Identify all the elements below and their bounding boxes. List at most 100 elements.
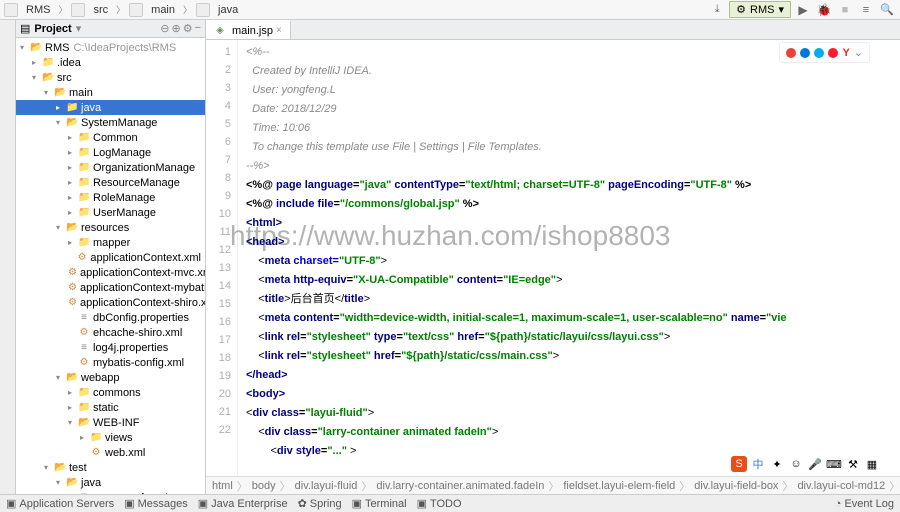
chevron-down-icon[interactable]: ▾ [76, 22, 82, 35]
crumb[interactable]: html [212, 480, 233, 492]
tree-item-java[interactable]: ▾java [16, 475, 205, 490]
project-tool-window: ▤ Project ▾ ⊖ ⊕ ⚙ − ▾RMSC:\IdeaProjects\… [16, 20, 206, 494]
more-icon[interactable]: ⌄ [854, 46, 863, 59]
hide-icon[interactable]: − [195, 22, 201, 35]
tree-item-organizationmanage[interactable]: ▸OrganizationManage [16, 160, 205, 175]
opera-icon[interactable] [828, 48, 838, 58]
chrome-icon[interactable] [786, 48, 796, 58]
editor-tabs: main.jsp × [206, 20, 900, 40]
tree-item-webapp[interactable]: ▾webapp [16, 370, 205, 385]
jsp-icon [214, 25, 226, 37]
chevron-right-icon: 〉 [116, 3, 125, 16]
tree-item-dbconfig-properties[interactable]: dbConfig.properties [16, 310, 205, 325]
breadcrumb-item[interactable]: java [214, 4, 242, 16]
tree-item-mybatis-config-xml[interactable]: mybatis-config.xml [16, 355, 205, 370]
tree-item-src[interactable]: ▾src [16, 70, 205, 85]
tree-item-rms[interactable]: ▾RMSC:\IdeaProjects\RMS [16, 40, 205, 55]
ime-emoji-icon[interactable]: ☺ [788, 456, 804, 472]
build-icon[interactable]: ⤓ [708, 1, 726, 19]
event-log-button[interactable]: ◔ Event Log [835, 498, 894, 510]
project-header: ▤ Project ▾ ⊖ ⊕ ⚙ − [16, 20, 205, 38]
tree-item-logmanage[interactable]: ▸LogManage [16, 145, 205, 160]
editor: main.jsp × 12345678910111213141516171819… [206, 20, 900, 494]
project-icon[interactable] [4, 3, 18, 17]
navigation-bar: RMS 〉 src 〉 main 〉 java ⤓ ⚙RMS▾ ▶ 🐞 ■ ≡ … [0, 0, 900, 20]
safari-icon[interactable] [814, 48, 824, 58]
line-number-gutter[interactable]: 12345678910111213141516171819202122 [206, 40, 238, 476]
chevron-right-icon: 〉 [58, 3, 67, 16]
terminal-button[interactable]: ▣ Terminal [352, 497, 407, 510]
profiler-button[interactable]: ≡ [857, 1, 875, 19]
ime-punct-icon[interactable]: ✦ [769, 456, 785, 472]
app-servers-button[interactable]: ▣ Application Servers [6, 497, 114, 510]
tree-item-resources[interactable]: ▾resources [16, 220, 205, 235]
ime-voice-icon[interactable]: 🎤 [807, 456, 823, 472]
browser-icons-overlay: Y ⌄ [779, 42, 870, 63]
tree-item--idea[interactable]: ▸.idea [16, 55, 205, 70]
ime-toolbar: S 中 ✦ ☺ 🎤 ⌨ ⚒ ▦ [731, 456, 880, 472]
structure-breadcrumbs[interactable]: html〉body〉div.layui-fluid〉div.larry-cont… [206, 476, 900, 494]
crumb[interactable]: fieldset.layui-elem-field [563, 480, 675, 492]
crumb[interactable]: body [252, 480, 276, 492]
tree-item-web-xml[interactable]: web.xml [16, 445, 205, 460]
left-tool-stripe[interactable] [0, 20, 16, 494]
chevron-down-icon: ▾ [778, 3, 784, 16]
todo-button[interactable]: ▣ TODO [417, 497, 462, 510]
breadcrumb-item[interactable]: src [89, 4, 112, 16]
tree-item-views[interactable]: ▸views [16, 430, 205, 445]
tree-item-resourcemanage[interactable]: ▸ResourceManage [16, 175, 205, 190]
yandex-icon[interactable]: Y [842, 47, 849, 59]
crumb[interactable]: div.layui-col-md12 [797, 480, 885, 492]
tree-item-applicationcontext-mybatis-xml[interactable]: applicationContext-mybatis.xml [16, 280, 205, 295]
ime-cn-icon[interactable]: 中 [750, 456, 766, 472]
ime-settings-icon[interactable]: ▦ [864, 456, 880, 472]
stop-button[interactable]: ■ [836, 1, 854, 19]
crumb[interactable]: div.layui-fluid [295, 480, 358, 492]
find-button[interactable]: 🔍 [878, 1, 896, 19]
folder-icon [196, 3, 210, 17]
breadcrumb-root[interactable]: RMS [22, 4, 54, 16]
tree-item-ehcache-shiro-xml[interactable]: ehcache-shiro.xml [16, 325, 205, 340]
project-tree[interactable]: ▾RMSC:\IdeaProjects\RMS▸.idea▾src▾main▸j… [16, 38, 205, 494]
locate-icon[interactable]: ⊕ [171, 22, 180, 35]
tree-item-mapper[interactable]: ▸mapper [16, 235, 205, 250]
tree-item-usermanage[interactable]: ▸UserManage [16, 205, 205, 220]
tree-item-applicationcontext-mvc-xml[interactable]: applicationContext-mvc.xml [16, 265, 205, 280]
run-configuration-selector[interactable]: ⚙RMS▾ [729, 1, 791, 18]
collapse-icon[interactable]: ⊖ [160, 22, 169, 35]
tree-item-commons[interactable]: ▸commons [16, 385, 205, 400]
tree-item-systemmanage[interactable]: ▾SystemManage [16, 115, 205, 130]
folder-icon [129, 3, 143, 17]
debug-button[interactable]: 🐞 [815, 1, 833, 19]
project-icon: ▤ [20, 22, 30, 35]
tree-item-rolemanage[interactable]: ▸RoleManage [16, 190, 205, 205]
close-icon[interactable]: × [276, 25, 282, 36]
tree-item-static[interactable]: ▸static [16, 400, 205, 415]
folder-icon [71, 3, 85, 17]
edge-icon[interactable] [800, 48, 810, 58]
tomcat-icon: ⚙ [736, 3, 746, 16]
tab-main-jsp[interactable]: main.jsp × [206, 20, 291, 39]
sogou-icon[interactable]: S [731, 456, 747, 472]
tree-item-log4j-properties[interactable]: log4j.properties [16, 340, 205, 355]
chevron-right-icon: 〉 [183, 3, 192, 16]
ime-skin-icon[interactable]: ⌨ [826, 456, 842, 472]
code-area[interactable]: <%-- Created by IntelliJ IDEA. User: yon… [238, 40, 900, 476]
tree-item-applicationcontext-xml[interactable]: applicationContext.xml [16, 250, 205, 265]
tree-item-main[interactable]: ▾main [16, 85, 205, 100]
java-ee-button[interactable]: ▣ Java Enterprise [198, 497, 288, 510]
gear-icon[interactable]: ⚙ [183, 22, 193, 35]
ime-tool-icon[interactable]: ⚒ [845, 456, 861, 472]
status-bar: ▣ Application Servers ▣ Messages ▣ Java … [0, 494, 900, 512]
spring-button[interactable]: ✿ Spring [298, 497, 342, 510]
run-button[interactable]: ▶ [794, 1, 812, 19]
tree-item-java[interactable]: ▸java [16, 100, 205, 115]
tree-item-web-inf[interactable]: ▾WEB-INF [16, 415, 205, 430]
tree-item-applicationcontext-shiro-xml[interactable]: applicationContext-shiro.xml [16, 295, 205, 310]
breadcrumb-item[interactable]: main [147, 4, 179, 16]
tree-item-common[interactable]: ▸Common [16, 130, 205, 145]
tree-item-test[interactable]: ▾test [16, 460, 205, 475]
crumb[interactable]: div.layui-field-box [694, 480, 778, 492]
messages-button[interactable]: ▣ Messages [124, 497, 188, 510]
crumb[interactable]: div.larry-container.animated.fadeIn [376, 480, 544, 492]
